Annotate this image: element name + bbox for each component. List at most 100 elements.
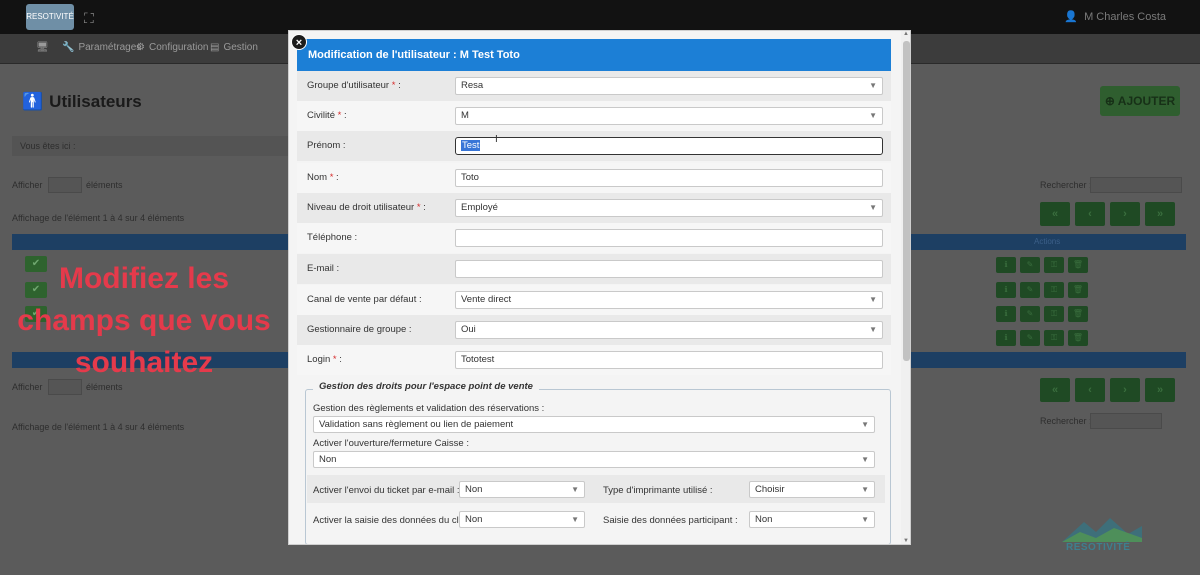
field-label-nom: Nom * : (307, 172, 339, 183)
close-icon[interactable]: × (291, 34, 307, 50)
chevron-down-icon: ▼ (571, 485, 579, 494)
modal-scrollbar[interactable]: ▲ ▼ (901, 31, 910, 544)
required-marker: * (329, 172, 334, 183)
edit-icon[interactable]: ✎ (1020, 306, 1040, 322)
page-length-select[interactable] (48, 177, 82, 193)
groupe-select[interactable]: Resa ▼ (455, 77, 883, 95)
prenom-input[interactable]: Test (455, 137, 883, 155)
saisie-participant-select[interactable]: Non ▼ (749, 511, 875, 528)
next-page-button[interactable]: › (1110, 378, 1140, 402)
entries-label: éléments (86, 180, 123, 190)
scrollbar-thumb[interactable] (903, 41, 910, 361)
app-logo[interactable]: RESOTIVITÉ (26, 4, 74, 30)
chevron-down-icon: ▼ (861, 515, 869, 524)
fieldset-row-ticket: Activer l'envoi du ticket par e-mail : N… (307, 475, 885, 503)
fieldset-legend: Gestion des droits pour l'espace point d… (313, 381, 539, 392)
saisie-client-select[interactable]: Non ▼ (459, 511, 585, 528)
search-input-bottom[interactable] (1090, 413, 1162, 429)
imprimante-select[interactable]: Choisir ▼ (749, 481, 875, 498)
fullscreen-icon[interactable]: ⛶ (84, 10, 94, 27)
civilite-select[interactable]: M ▼ (455, 107, 883, 125)
mountain-logo-icon (1062, 518, 1142, 542)
col-header-actions: Actions (1034, 237, 1061, 246)
prev-page-button[interactable]: ‹ (1075, 202, 1105, 226)
key-icon[interactable]: ⚿ (1044, 306, 1064, 322)
nav-item-parametrages[interactable]: 🔧 Paramétrages (62, 42, 141, 53)
telephone-input[interactable] (455, 229, 883, 247)
first-page-button[interactable]: « (1040, 202, 1070, 226)
monitor-icon[interactable]: 🖥 (36, 42, 49, 53)
caisse-select[interactable]: Non ▼ (313, 451, 875, 468)
field-row-civilite: Civilité * : M ▼ (297, 101, 891, 131)
info-icon[interactable]: ℹ (996, 330, 1016, 346)
info-icon[interactable]: ℹ (996, 282, 1016, 298)
list-icon: ▤ (210, 42, 220, 53)
user-add-icon: 👤 (1064, 11, 1079, 23)
nom-input[interactable]: Toto (455, 169, 883, 187)
scroll-down-icon[interactable]: ▼ (903, 538, 909, 544)
field-label-niveau: Niveau de droit utilisateur * : (307, 202, 426, 213)
edit-icon[interactable]: ✎ (1020, 282, 1040, 298)
breadcrumb: Vous êtes ici : (12, 136, 292, 156)
pagination-top: « ‹ › » (1040, 202, 1175, 226)
required-marker: * (416, 202, 421, 213)
first-page-button[interactable]: « (1040, 378, 1070, 402)
trash-icon[interactable]: 🗑 (1068, 306, 1088, 322)
saisie-client-label: Activer la saisie des données du client … (313, 515, 480, 526)
trash-icon[interactable]: 🗑 (1068, 282, 1088, 298)
user-menu[interactable]: 👤 M Charles Costa (1064, 10, 1166, 23)
ticket-select[interactable]: Non ▼ (459, 481, 585, 498)
field-row-telephone: Téléphone : (297, 223, 891, 253)
trash-icon[interactable]: 🗑 (1068, 330, 1088, 346)
search-input[interactable] (1090, 177, 1182, 193)
watermark-text: RESOTIVITÉ (1066, 542, 1131, 553)
chevron-down-icon: ▼ (869, 295, 877, 304)
prev-page-button[interactable]: ‹ (1075, 378, 1105, 402)
canal-select[interactable]: Vente direct ▼ (455, 291, 883, 309)
field-row-login: Login * : Tototest (297, 345, 891, 375)
imprimante-label: Type d'imprimante utilisé : (603, 485, 713, 496)
text-cursor-icon: I (495, 134, 498, 145)
scroll-up-icon[interactable]: ▲ (903, 31, 909, 37)
search-label-bottom: Rechercher : (1040, 416, 1092, 426)
caisse-label: Activer l'ouverture/fermeture Caisse : (313, 438, 469, 449)
page-title: 🚹 Utilisateurs (22, 92, 142, 111)
edit-icon[interactable]: ✎ (1020, 330, 1040, 346)
chevron-down-icon: ▼ (861, 485, 869, 494)
edit-icon[interactable]: ✎ (1020, 257, 1040, 273)
chevron-down-icon: ▼ (861, 420, 869, 429)
chevron-down-icon: ▼ (861, 455, 869, 464)
ticket-label: Activer l'envoi du ticket par e-mail : (313, 485, 460, 496)
key-icon[interactable]: ⚿ (1044, 257, 1064, 273)
required-marker: * (337, 110, 342, 121)
wrench-icon: 🔧 (62, 42, 75, 53)
pagination-bottom: « ‹ › » (1040, 378, 1175, 402)
last-page-button[interactable]: » (1145, 378, 1175, 402)
row-actions: ℹ ✎ ⚿ 🗑 (996, 257, 1088, 273)
next-page-button[interactable]: › (1110, 202, 1140, 226)
trash-icon[interactable]: 🗑 (1068, 257, 1088, 273)
info-icon[interactable]: ℹ (996, 257, 1016, 273)
niveau-select[interactable]: Employé ▼ (455, 199, 883, 217)
email-input[interactable] (455, 260, 883, 278)
field-row-email: E-mail : (297, 254, 891, 284)
selected-text: Test (461, 140, 481, 151)
edit-user-modal: Modification de l'utilisateur : M Test T… (288, 30, 911, 545)
key-icon[interactable]: ⚿ (1044, 330, 1064, 346)
nav-item-gestion[interactable]: ▤ Gestion (210, 42, 258, 53)
saisie-participant-label: Saisie des données participant : (603, 515, 738, 526)
add-button[interactable]: ⊕ AJOUTER (1100, 86, 1180, 116)
login-input[interactable]: Tototest (455, 351, 883, 369)
field-label-canal: Canal de vente par défaut : (307, 294, 422, 305)
nav-item-configuration[interactable]: ⚙ Configuration (136, 42, 208, 53)
row-actions: ℹ ✎ ⚿ 🗑 (996, 330, 1088, 346)
reglements-select[interactable]: Validation sans règlement ou lien de pai… (313, 416, 875, 433)
field-row-niveau: Niveau de droit utilisateur * : Employé ▼ (297, 193, 891, 223)
key-icon[interactable]: ⚿ (1044, 282, 1064, 298)
row-actions: ℹ ✎ ⚿ 🗑 (996, 306, 1088, 322)
gestionnaire-select[interactable]: Oui ▼ (455, 321, 883, 339)
info-icon[interactable]: ℹ (996, 306, 1016, 322)
last-page-button[interactable]: » (1145, 202, 1175, 226)
field-label-gestionnaire: Gestionnaire de groupe : (307, 324, 412, 335)
chevron-down-icon: ▼ (869, 203, 877, 212)
